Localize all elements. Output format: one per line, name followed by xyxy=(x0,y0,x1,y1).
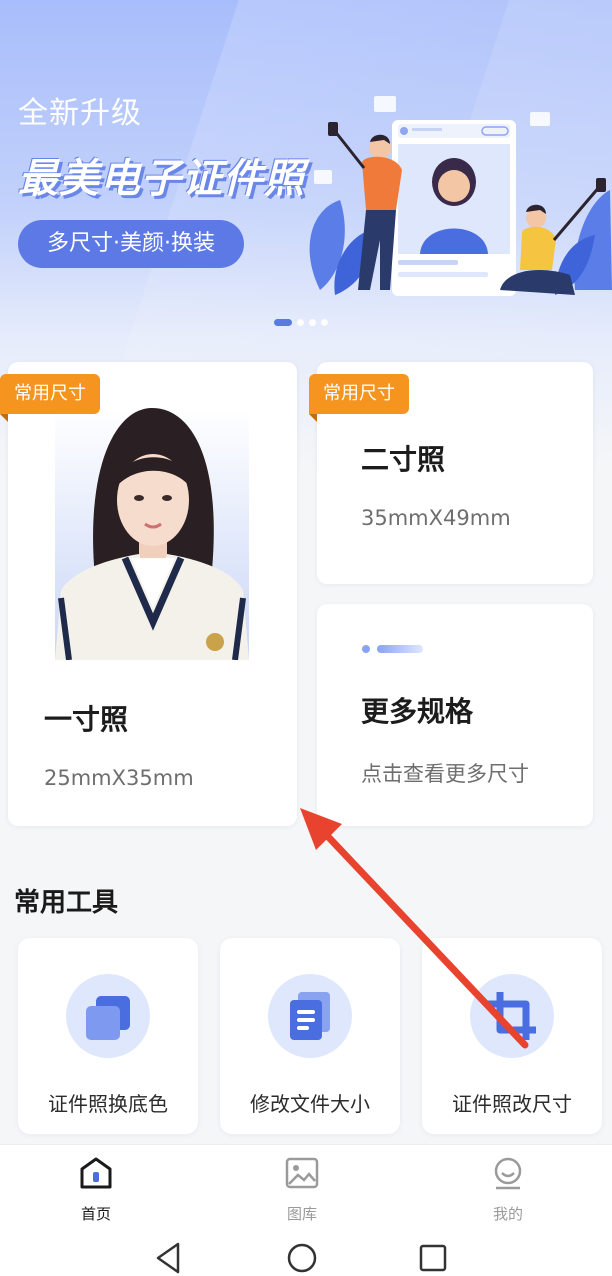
card-one-inch-photo[interactable]: 常用尺寸 一寸照 25mmX35mm xyxy=(0,362,297,826)
tool-label: 证件照改尺寸 xyxy=(452,1092,572,1116)
annotation-arrow xyxy=(300,808,529,1049)
home-circle-icon[interactable] xyxy=(282,1238,322,1276)
card-spec: 35mmX49mm xyxy=(361,506,511,530)
layers-icon xyxy=(66,974,150,1058)
system-navigation-bar xyxy=(0,1228,612,1276)
profile-icon xyxy=(494,1157,522,1190)
carousel-indicator xyxy=(274,319,328,326)
carousel-dot xyxy=(274,319,292,326)
common-size-tag: 常用尺寸 xyxy=(309,374,409,422)
bottom-tab-bar: 首页 图库 我的 xyxy=(0,1144,612,1228)
card-title: 更多规格 xyxy=(361,695,474,728)
tool-label: 证件照换底色 xyxy=(48,1092,168,1116)
tab-home[interactable]: 首页 xyxy=(36,1145,156,1229)
selfie-illustration xyxy=(309,96,612,296)
card-more-sizes[interactable]: 更多规格 点击查看更多尺寸 xyxy=(317,604,593,826)
banner-title: 最美电子证件照 xyxy=(18,156,305,202)
tab-gallery[interactable]: 图库 xyxy=(242,1145,362,1229)
card-two-inch-photo[interactable]: 常用尺寸 二寸照 35mmX49mm xyxy=(309,362,593,584)
tab-mine[interactable]: 我的 xyxy=(448,1145,568,1229)
carousel-dot xyxy=(321,319,328,326)
sample-id-photo xyxy=(55,408,249,660)
card-spec: 25mmX35mm xyxy=(44,766,194,790)
carousel-dot xyxy=(309,319,316,326)
card-title: 二寸照 xyxy=(361,443,446,476)
tab-label: 我的 xyxy=(492,1205,523,1223)
home-icon xyxy=(80,1157,112,1189)
back-icon[interactable] xyxy=(150,1238,190,1276)
card-title: 一寸照 xyxy=(44,703,129,736)
carousel-dot xyxy=(297,319,304,326)
common-size-tag: 常用尺寸 xyxy=(0,374,100,422)
tab-label: 图库 xyxy=(286,1205,317,1223)
banner-subtitle: 全新升级 xyxy=(18,96,142,131)
tool-label: 修改文件大小 xyxy=(250,1092,370,1116)
card-spec: 点击查看更多尺寸 xyxy=(361,762,529,786)
banner-feature-pill: 多尺寸·美颜·换装 xyxy=(18,220,244,268)
gallery-icon xyxy=(285,1157,319,1189)
recent-apps-icon[interactable] xyxy=(413,1238,453,1276)
tool-change-background[interactable]: 证件照换底色 xyxy=(18,938,198,1134)
tools-section-title: 常用工具 xyxy=(14,888,119,918)
decorative-dash-icon xyxy=(362,645,423,653)
tab-label: 首页 xyxy=(80,1205,111,1223)
